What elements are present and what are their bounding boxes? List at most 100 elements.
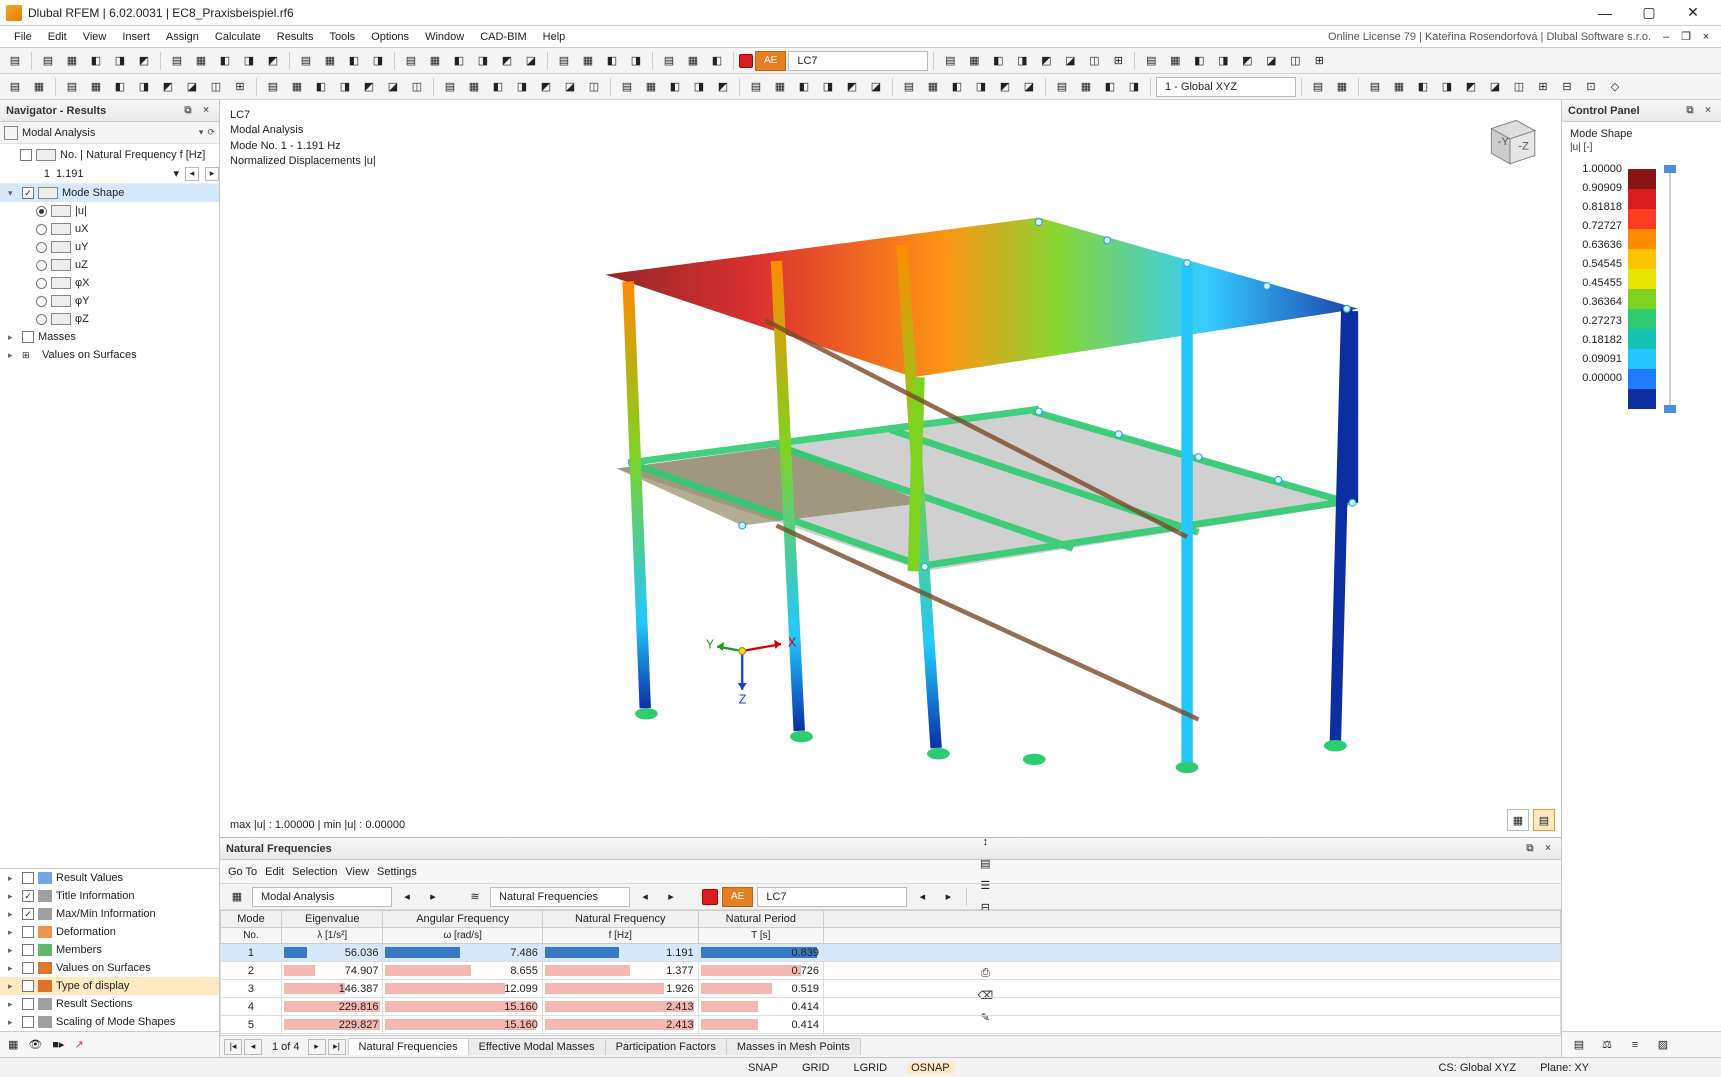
menu-window[interactable]: Window	[417, 29, 472, 45]
tb2e-button-4[interactable]: ◩	[841, 76, 863, 98]
tb2a-button-7[interactable]: ⊞	[229, 76, 251, 98]
expander-icon[interactable]: ▸	[8, 891, 18, 902]
menu-insert[interactable]: Insert	[114, 29, 158, 45]
tb2a-button-3[interactable]: ◨	[133, 76, 155, 98]
cp-tab-settings-icon[interactable]: ▨	[1652, 1034, 1674, 1056]
table-row[interactable]: 156.0367.4861.1910.839	[221, 944, 1561, 962]
cp-tab-legend-icon[interactable]: ▤	[1568, 1034, 1590, 1056]
nav-bottom-values-on-surfaces[interactable]: ▸Values on Surfaces	[0, 959, 219, 977]
tb1g-button-1[interactable]: ▦	[963, 50, 985, 72]
tree-mode-shape[interactable]: ▾ ✓ Mode Shape	[0, 184, 219, 202]
tb2c-button-3[interactable]: ◨	[511, 76, 533, 98]
tb2b-button-3[interactable]: ◨	[334, 76, 356, 98]
lc-next-button[interactable]: ▸	[937, 886, 959, 908]
tree-component-xZ[interactable]: φZ	[0, 310, 219, 328]
table-row[interactable]: 5229.82715.1602.4130.414	[221, 1016, 1561, 1034]
tb1b-button-3[interactable]: ◨	[238, 50, 260, 72]
results-analysis-combo[interactable]: Modal Analysis	[252, 887, 392, 907]
menu-options[interactable]: Options	[363, 29, 417, 45]
tb1g-button-6[interactable]: ◫	[1083, 50, 1105, 72]
nav-mode-camera-icon[interactable]: ■▸	[52, 1038, 64, 1051]
tb1e-button-1[interactable]: ▦	[577, 50, 599, 72]
tree-values-on-surfaces[interactable]: ▸ ⊞ Values on Surfaces	[0, 346, 219, 364]
menu-results[interactable]: Results	[269, 29, 322, 45]
tb1-lc-combo[interactable]: LC7	[788, 51, 928, 71]
tb2d-button-2[interactable]: ◧	[664, 76, 686, 98]
tb1d-button-1[interactable]: ▦	[424, 50, 446, 72]
expander-icon[interactable]: ▸	[8, 963, 18, 974]
tb2c-button-4[interactable]: ◩	[535, 76, 557, 98]
checkbox[interactable]: ✓	[22, 890, 34, 902]
nav-bottom-result-values[interactable]: ▸Result Values	[0, 869, 219, 887]
tb2d-button-1[interactable]: ▦	[640, 76, 662, 98]
tb2f-button-3[interactable]: ◨	[970, 76, 992, 98]
tb1h-button-6[interactable]: ◫	[1284, 50, 1306, 72]
tb1d-button-2[interactable]: ◧	[448, 50, 470, 72]
radio[interactable]	[36, 314, 47, 325]
checkbox[interactable]	[22, 998, 34, 1010]
legend-slider-top-thumb[interactable]	[1664, 165, 1676, 173]
checkbox[interactable]	[22, 872, 34, 884]
tb2g-button-0[interactable]: ▤	[1051, 76, 1073, 98]
tb2i-button-9[interactable]: ⊡	[1580, 76, 1602, 98]
checkbox[interactable]	[22, 926, 34, 938]
tb1c-button-1[interactable]: ▦	[319, 50, 341, 72]
tb2g-button-3[interactable]: ◨	[1123, 76, 1145, 98]
tab-first-button[interactable]: |◂	[224, 1039, 242, 1055]
legend-slider[interactable]	[1662, 165, 1678, 413]
tb2i-button-3[interactable]: ◨	[1436, 76, 1458, 98]
tb1h-button-5[interactable]: ◪	[1260, 50, 1282, 72]
navigator-close-button[interactable]: ×	[199, 104, 213, 118]
tb1c-button-3[interactable]: ◨	[367, 50, 389, 72]
tree-natural-frequency[interactable]: No. | Natural Frequency f [Hz]	[0, 146, 219, 164]
tb1h-button-0[interactable]: ▤	[1140, 50, 1162, 72]
expander-icon[interactable]: ▸	[8, 999, 18, 1010]
tb2f-button-1[interactable]: ▦	[922, 76, 944, 98]
menu-tools[interactable]: Tools	[321, 29, 363, 45]
tb2c-button-2[interactable]: ◧	[487, 76, 509, 98]
expander-icon[interactable]: ▸	[8, 1017, 18, 1028]
tb1g-button-5[interactable]: ◪	[1059, 50, 1081, 72]
tb1h-button-2[interactable]: ◧	[1188, 50, 1210, 72]
tab-next-button[interactable]: ▸	[308, 1039, 326, 1055]
tb2-button-0[interactable]: ▤	[4, 76, 26, 98]
radio[interactable]	[36, 206, 47, 217]
tree-masses[interactable]: ▸ Masses	[0, 328, 219, 346]
checkbox[interactable]	[22, 1016, 34, 1028]
tb1c-button-0[interactable]: ▤	[295, 50, 317, 72]
table-row[interactable]: 6229.82915.1602.4130.414	[221, 1034, 1561, 1036]
results-tool-5[interactable]: ▤	[974, 853, 996, 875]
window-close-button[interactable]: ✕	[1671, 0, 1715, 26]
radio[interactable]	[36, 224, 47, 235]
status-plane[interactable]: Plane: XY	[1536, 1062, 1593, 1074]
tb2i-button-0[interactable]: ▤	[1364, 76, 1386, 98]
menu-view[interactable]: View	[75, 29, 115, 45]
menu-assign[interactable]: Assign	[158, 29, 207, 45]
tab-prev-button[interactable]: ◂	[244, 1039, 262, 1055]
tb2e-button-2[interactable]: ◧	[793, 76, 815, 98]
cp-tab-list-icon[interactable]: ≡	[1624, 1034, 1646, 1056]
tb2a-button-1[interactable]: ▦	[85, 76, 107, 98]
tb1e-button-2[interactable]: ◧	[601, 50, 623, 72]
menu-edit[interactable]: Edit	[40, 29, 75, 45]
tb2i-button-10[interactable]: ◇	[1604, 76, 1626, 98]
tree-component-xY[interactable]: φY	[0, 292, 219, 310]
results-tab-effective-modal-masses[interactable]: Effective Modal Masses	[468, 1038, 606, 1055]
col-angular-freq[interactable]: Angular Frequency	[383, 911, 542, 928]
checkbox[interactable]	[22, 962, 34, 974]
tb1a-button-0[interactable]: ▤	[37, 50, 59, 72]
tb2e-button-0[interactable]: ▤	[745, 76, 767, 98]
status-grid[interactable]: GRID	[798, 1062, 834, 1074]
col-eigenvalue[interactable]: Eigenvalue	[281, 911, 382, 928]
tb1a-button-4[interactable]: ◩	[133, 50, 155, 72]
tb2a-button-0[interactable]: ▤	[61, 76, 83, 98]
tb1c-button-2[interactable]: ◧	[343, 50, 365, 72]
tb1g-button-0[interactable]: ▤	[939, 50, 961, 72]
checkbox[interactable]	[22, 980, 34, 992]
tb2i-button-1[interactable]: ▦	[1388, 76, 1410, 98]
expander-icon[interactable]: ▸	[8, 981, 18, 992]
tb1d-button-0[interactable]: ▤	[400, 50, 422, 72]
tb2h-button-0[interactable]: ▤	[1307, 76, 1329, 98]
results-undock-button[interactable]: ⧉	[1523, 842, 1537, 856]
tb1b-button-1[interactable]: ▦	[190, 50, 212, 72]
